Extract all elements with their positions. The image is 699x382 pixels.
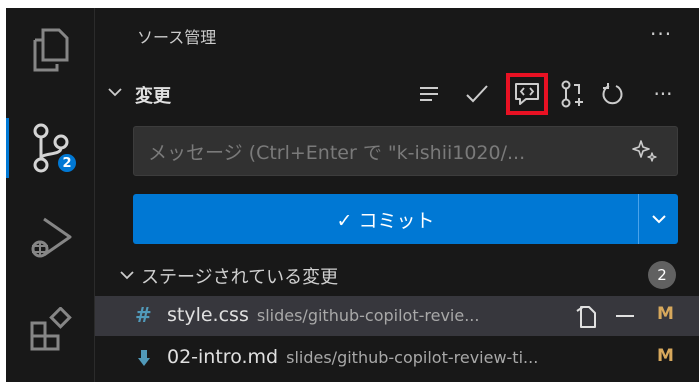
- active-indicator: [6, 118, 9, 178]
- refresh-button[interactable]: [595, 76, 631, 112]
- staged-count-badge: 2: [648, 261, 676, 289]
- changes-section-header[interactable]: 変更 ···: [95, 73, 699, 115]
- commit-button[interactable]: ✓ コミット: [133, 194, 638, 244]
- pull-request-icon: [561, 80, 583, 108]
- explorer-activity[interactable]: [6, 10, 95, 90]
- panel-title: ソース管理: [137, 28, 217, 47]
- changes-more-actions-button[interactable]: ···: [645, 76, 681, 112]
- changes-label: 変更: [135, 86, 171, 107]
- pull-request-button[interactable]: [555, 76, 591, 112]
- copilot-review-button[interactable]: [506, 73, 548, 115]
- window-top-edge: [0, 0, 699, 8]
- view-as-list-button[interactable]: [411, 76, 447, 112]
- refresh-icon: [602, 83, 623, 105]
- source-control-activity[interactable]: 2: [6, 108, 95, 188]
- activity-bar: 2: [6, 8, 95, 382]
- extensions-activity[interactable]: [6, 290, 95, 370]
- panel-header: ソース管理 ···: [95, 8, 699, 68]
- files-icon: [33, 28, 68, 72]
- staged-file-row[interactable]: # style.css slides/github-copilot-revie..…: [95, 296, 699, 336]
- css-file-icon: #: [135, 303, 152, 327]
- modified-status: M: [657, 346, 674, 366]
- file-name: 02-intro.md slides/github-copilot-review-…: [167, 346, 539, 368]
- markdown-file-icon: [138, 350, 150, 366]
- comment-code-icon: [515, 83, 539, 105]
- staged-changes-label: ステージされている変更: [141, 267, 339, 288]
- chevron-down-icon: [108, 88, 122, 97]
- panel-more-actions-button[interactable]: ···: [650, 22, 672, 46]
- staged-changes-section-header[interactable]: ステージされている変更 2: [95, 256, 699, 294]
- commit-dropdown-button[interactable]: [638, 194, 678, 244]
- commit-check-button[interactable]: [459, 76, 495, 112]
- source-control-panel: ソース管理 ··· 変更 ··· メッセージ (Ctrl+Enter で "k-…: [95, 8, 699, 382]
- file-path: slides/github-copilot-review-ti...: [286, 348, 539, 367]
- commit-message-placeholder: メッセージ (Ctrl+Enter で "k-ishii1020/...: [148, 141, 526, 164]
- chevron-down-icon: [120, 271, 134, 280]
- run-debug-activity[interactable]: [6, 198, 95, 278]
- staged-file-row[interactable]: 02-intro.md slides/github-copilot-review-…: [95, 338, 699, 378]
- commit-message-input[interactable]: メッセージ (Ctrl+Enter で "k-ishii1020/...: [133, 126, 678, 176]
- chevron-down-icon: [651, 215, 666, 224]
- file-path: slides/github-copilot-revie...: [256, 306, 480, 325]
- scm-count-badge: 2: [56, 152, 78, 174]
- unstage-icon[interactable]: [615, 314, 635, 318]
- extensions-icon: [30, 307, 72, 351]
- open-file-icon[interactable]: [575, 305, 597, 329]
- modified-status: M: [657, 304, 674, 324]
- run-debug-icon: [31, 217, 71, 258]
- sparkle-icon[interactable]: [632, 139, 658, 163]
- list-icon: [420, 87, 438, 101]
- check-icon: [466, 85, 488, 103]
- file-name: style.css slides/github-copilot-revie...: [167, 304, 480, 326]
